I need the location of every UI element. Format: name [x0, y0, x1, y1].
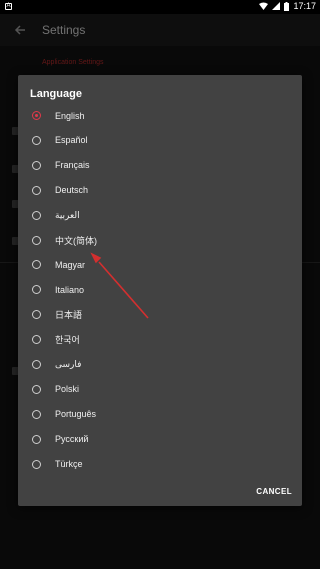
radio-unchecked-icon[interactable] [32, 335, 41, 345]
radio-unchecked-icon[interactable] [32, 310, 41, 320]
radio-unchecked-icon[interactable] [32, 160, 41, 170]
wifi-icon [259, 2, 269, 10]
battery-icon [284, 1, 290, 11]
language-option-label: Türkçe [55, 459, 83, 470]
language-option-label: Magyar [55, 259, 86, 270]
language-option-label: English [55, 110, 85, 121]
dialog-title: Language [30, 88, 82, 100]
language-option-label: Português [55, 409, 97, 420]
radio-unchecked-icon[interactable] [32, 235, 41, 245]
signal-icon [272, 2, 281, 10]
language-option-label: 日本語 [55, 310, 83, 321]
language-option[interactable]: العربية [18, 203, 302, 228]
status-time: 17:17 [293, 1, 316, 11]
radio-unchecked-icon[interactable] [32, 260, 41, 270]
language-option[interactable]: فارسی [18, 352, 302, 377]
radio-unchecked-icon[interactable] [32, 459, 41, 469]
language-option[interactable]: Español [18, 128, 302, 153]
language-option-label: Français [55, 160, 90, 171]
language-option[interactable]: English [18, 103, 302, 128]
language-option[interactable]: Deutsch [18, 178, 302, 203]
language-option-label: فارسی [55, 359, 82, 369]
status-bar: A 17:17 [0, 0, 320, 14]
language-option[interactable]: 한국어 [18, 327, 302, 352]
radio-unchecked-icon[interactable] [32, 135, 41, 145]
language-dialog: Language English Español Français Deutsch ال… [18, 75, 302, 506]
radio-unchecked-icon[interactable] [32, 384, 41, 394]
language-option[interactable]: 日本語 [18, 302, 302, 327]
language-option[interactable]: Italiano [18, 277, 302, 302]
language-option[interactable]: Magyar [18, 252, 302, 277]
radio-unchecked-icon[interactable] [32, 360, 41, 369]
language-option-label: Italiano [55, 284, 85, 295]
language-option-label: Polski [55, 384, 80, 395]
radio-checked-icon[interactable] [32, 111, 41, 120]
radio-unchecked-icon[interactable] [32, 185, 41, 195]
language-option-label: 中文(简体) [55, 235, 97, 246]
language-option[interactable]: Русский [18, 427, 302, 452]
language-option-label: Español [55, 135, 88, 146]
language-option[interactable]: 中文(简体) [18, 228, 302, 253]
notification-app-icon: A [5, 3, 12, 10]
radio-unchecked-icon[interactable] [32, 434, 41, 444]
language-option-label: Русский [55, 434, 89, 445]
cancel-button[interactable]: CANCEL [256, 487, 292, 496]
radio-unchecked-icon[interactable] [32, 210, 41, 220]
language-option-label: العربية [55, 209, 80, 220]
language-option-label: 한국어 [55, 335, 80, 346]
language-option[interactable]: Polski [18, 377, 302, 402]
language-option-label: Deutsch [55, 185, 89, 196]
language-option[interactable]: Türkçe [18, 452, 302, 477]
language-option[interactable]: Français [18, 153, 302, 178]
language-option[interactable]: Português [18, 402, 302, 427]
radio-unchecked-icon[interactable] [32, 285, 41, 295]
radio-unchecked-icon[interactable] [32, 409, 41, 419]
